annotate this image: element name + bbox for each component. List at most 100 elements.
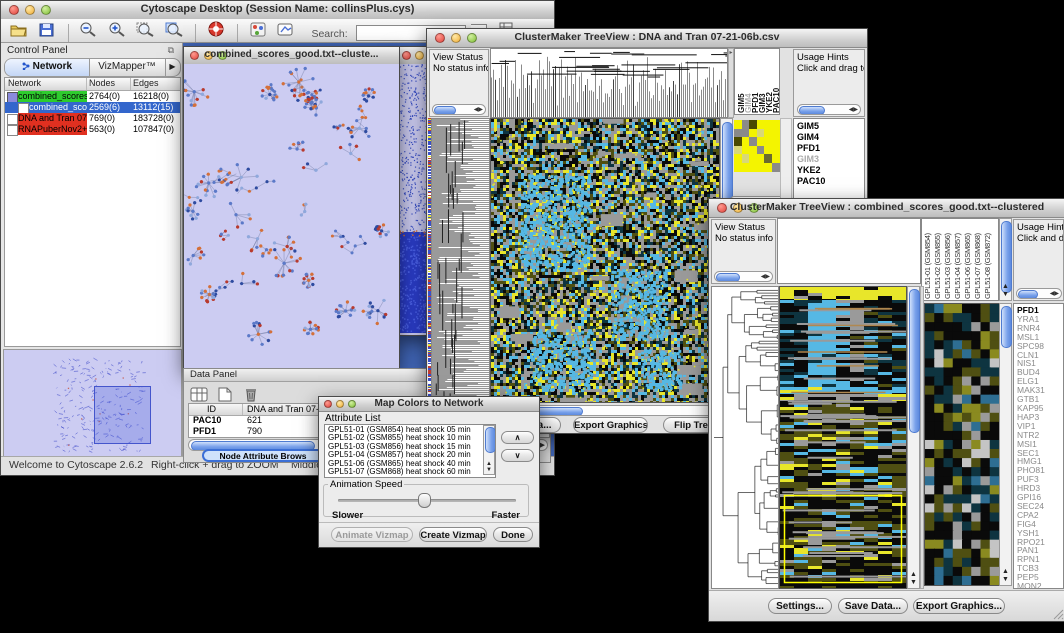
animation-speed-label: Animation Speed	[328, 479, 404, 490]
tv2-labels-vscrollbar[interactable]: ▲▼	[999, 218, 1012, 301]
done-button[interactable]: Done	[493, 527, 533, 542]
node-attribute-browser-button[interactable]: Node Attribute Brows	[202, 449, 324, 462]
tv2-status-scrollbar[interactable]: ◀▶	[714, 271, 773, 282]
animation-slider-thumb[interactable]	[418, 493, 431, 508]
network-nodes-count: 2569(6)	[89, 102, 120, 113]
tv2-export-graphics-button[interactable]: Export Graphics...	[913, 598, 1005, 614]
resize-grip-icon[interactable]	[1052, 608, 1064, 620]
vizmapper-icon[interactable]	[247, 20, 269, 40]
tv2-heatmap-vscrollbar[interactable]: ▲▼	[907, 286, 920, 589]
data-panel-header: Data Panel	[190, 369, 237, 380]
select-attributes-icon[interactable]	[188, 384, 210, 404]
map-colors-dialog[interactable]: Map Colors to Network Attribute List GPL…	[318, 396, 540, 548]
data-col-id[interactable]: ID	[207, 404, 216, 414]
treeview2-title: ClusterMaker TreeView : combined_scores_…	[709, 201, 1064, 213]
attribute-listbox[interactable]: GPL51-01 (GSM854) heat shock 05 minGPL51…	[324, 424, 496, 478]
tv2-view-status: View Status No status info ◀▶	[711, 219, 776, 284]
open-session-icon[interactable]	[7, 20, 29, 40]
tv1-status-scrollbar[interactable]: ◀▶	[432, 104, 486, 115]
tv1-heatmap[interactable]	[490, 118, 720, 403]
network-name[interactable]: DNA and Tran 07	[18, 113, 87, 124]
tv1-similarity-heatmap[interactable]	[734, 120, 780, 172]
tv1-gene-label[interactable]: PFD1	[797, 143, 864, 154]
zoom-selected-icon[interactable]	[163, 19, 185, 39]
network-overview-panel[interactable]	[3, 349, 182, 462]
network-table: Network Nodes Edges combined_scores_2764…	[4, 77, 181, 347]
move-up-button[interactable]: ∧	[501, 431, 534, 444]
zoom-fit-icon[interactable]	[134, 19, 156, 39]
tv2-heatmap[interactable]	[779, 286, 907, 589]
tv1-gene-label[interactable]: YKE2	[797, 165, 864, 176]
main-titlebar[interactable]: Cytoscape Desktop (Session Name: collins…	[1, 1, 554, 20]
tv1-row-dendrogram[interactable]	[431, 118, 490, 403]
tv2-save-data-button[interactable]: Save Data...	[838, 598, 908, 614]
network-view-window[interactable]: combined_scores_good.txt--cluste...	[183, 46, 400, 371]
similarity-cell	[772, 163, 780, 172]
status-welcome: Welcome to Cytoscape 2.6.2	[9, 457, 143, 474]
animate-vizmap-button[interactable]: Animate Vizmap	[331, 527, 413, 542]
move-down-button[interactable]: ∨	[501, 449, 534, 462]
network-view-title: combined_scores_good.txt--cluste...	[184, 49, 399, 60]
tv1-array-label: PAC10	[772, 49, 779, 113]
network-name[interactable]: combined_sco	[29, 102, 87, 113]
attribute-list-vscrollbar[interactable]: ▲▼	[483, 425, 495, 475]
tab-vizmapper[interactable]: VizMapper™	[89, 59, 166, 76]
tv1-export-graphics-button[interactable]: Export Graphics...	[573, 417, 648, 433]
tv2-row-dendrogram[interactable]	[711, 286, 779, 589]
tv2-array-label: GPL51-08 (GSM872)	[983, 219, 993, 299]
network-nodes-count: 2764(0)	[89, 91, 120, 102]
attribute-list-item[interactable]: GPL51-07 (GSM868) heat shock 60 min	[328, 468, 481, 476]
network-list-row[interactable]: combined_sco2569(6)13112(15)	[5, 102, 180, 113]
tv1-gene-label[interactable]: PAC10	[797, 176, 864, 187]
document-icon	[7, 125, 18, 136]
tv2-array-label: GPL51-02 (GSM855)	[933, 219, 943, 299]
tv1-array-label: GIM4	[744, 49, 751, 113]
help-lifering-icon[interactable]	[205, 19, 227, 39]
tv2-gene-label[interactable]: MON2	[1017, 582, 1063, 589]
overview-selection-rect[interactable]	[94, 386, 151, 444]
col-edges[interactable]: Edges	[133, 78, 159, 88]
treeview2-window[interactable]: ClusterMaker TreeView : combined_scores_…	[708, 198, 1064, 622]
network-name[interactable]: combined_scores_	[18, 91, 87, 102]
network-name[interactable]: RNAPuberNov2+	[18, 124, 87, 135]
network-list-row[interactable]: RNAPuberNov2+563(0)107847(0)	[5, 124, 180, 135]
control-panel-header: Control Panel	[7, 45, 68, 56]
close-icon[interactable]	[402, 51, 411, 60]
tv2-usage-hints: Usage Hints Click and drag ◀▶	[1013, 219, 1064, 301]
network-list-row[interactable]: DNA and Tran 07769(0)183728(0)	[5, 113, 180, 124]
control-panel-tabs: Network VizMapper™ ▶	[4, 58, 181, 77]
network-edges-count: 107847(0)	[133, 124, 174, 135]
tv2-settings-button[interactable]: Settings...	[768, 598, 832, 614]
network-nodes-count: 769(0)	[89, 113, 115, 124]
delete-attribute-icon[interactable]	[240, 384, 262, 404]
tv1-hints-scrollbar[interactable]: ◀▶	[797, 104, 861, 115]
tv2-column-labels: GPL51-01 (GSM854)GPL51-02 (GSM855)GPL51-…	[921, 218, 999, 301]
zoom-in-icon[interactable]	[106, 19, 128, 39]
control-panel: Control Panel ⧉ Network VizMapper™ ▶ Net…	[1, 43, 183, 457]
network-canvas-area[interactable]	[184, 64, 399, 370]
minimize-icon[interactable]	[415, 51, 424, 60]
network-list-row[interactable]: combined_scores_2764(0)16218(0)	[5, 91, 180, 102]
tab-overflow-button[interactable]: ▶	[165, 59, 180, 76]
col-nodes[interactable]: Nodes	[89, 78, 115, 88]
tv2-hints-scrollbar[interactable]: ◀▶	[1016, 288, 1062, 299]
tv1-gene-label[interactable]: GIM3	[797, 154, 864, 165]
annotation-icon[interactable]	[275, 20, 297, 40]
float-panel-icon[interactable]: ⧉	[168, 45, 174, 56]
tv2-column-dendrogram[interactable]	[777, 218, 921, 284]
tv1-column-dendrogram[interactable]	[490, 48, 728, 118]
zoom-out-icon[interactable]	[77, 19, 99, 39]
tab-network[interactable]: Network	[5, 59, 90, 76]
network-table-header: Network Nodes Edges	[5, 78, 180, 91]
tv2-zoom-heatmap[interactable]	[924, 303, 1000, 586]
tv1-gene-label[interactable]: GIM5	[797, 121, 864, 132]
save-session-icon[interactable]	[35, 20, 57, 40]
create-vizmap-button[interactable]: Create Vizmap	[419, 527, 487, 542]
col-network[interactable]: Network	[8, 78, 41, 88]
new-attribute-icon[interactable]	[214, 384, 236, 404]
tv1-gene-label[interactable]: GIM4	[797, 132, 864, 143]
attribute-list-label: Attribute List	[325, 413, 381, 424]
tv2-zoom-vscrollbar[interactable]: ▲▼	[999, 303, 1012, 586]
tv2-gene-list[interactable]: PFD1YRA1RNR4MSL1SPC98CLN1NIS1BUD4ELG1MAK…	[1013, 303, 1064, 589]
treeview1-title: ClusterMaker TreeView : DNA and Tran 07-…	[427, 31, 867, 43]
